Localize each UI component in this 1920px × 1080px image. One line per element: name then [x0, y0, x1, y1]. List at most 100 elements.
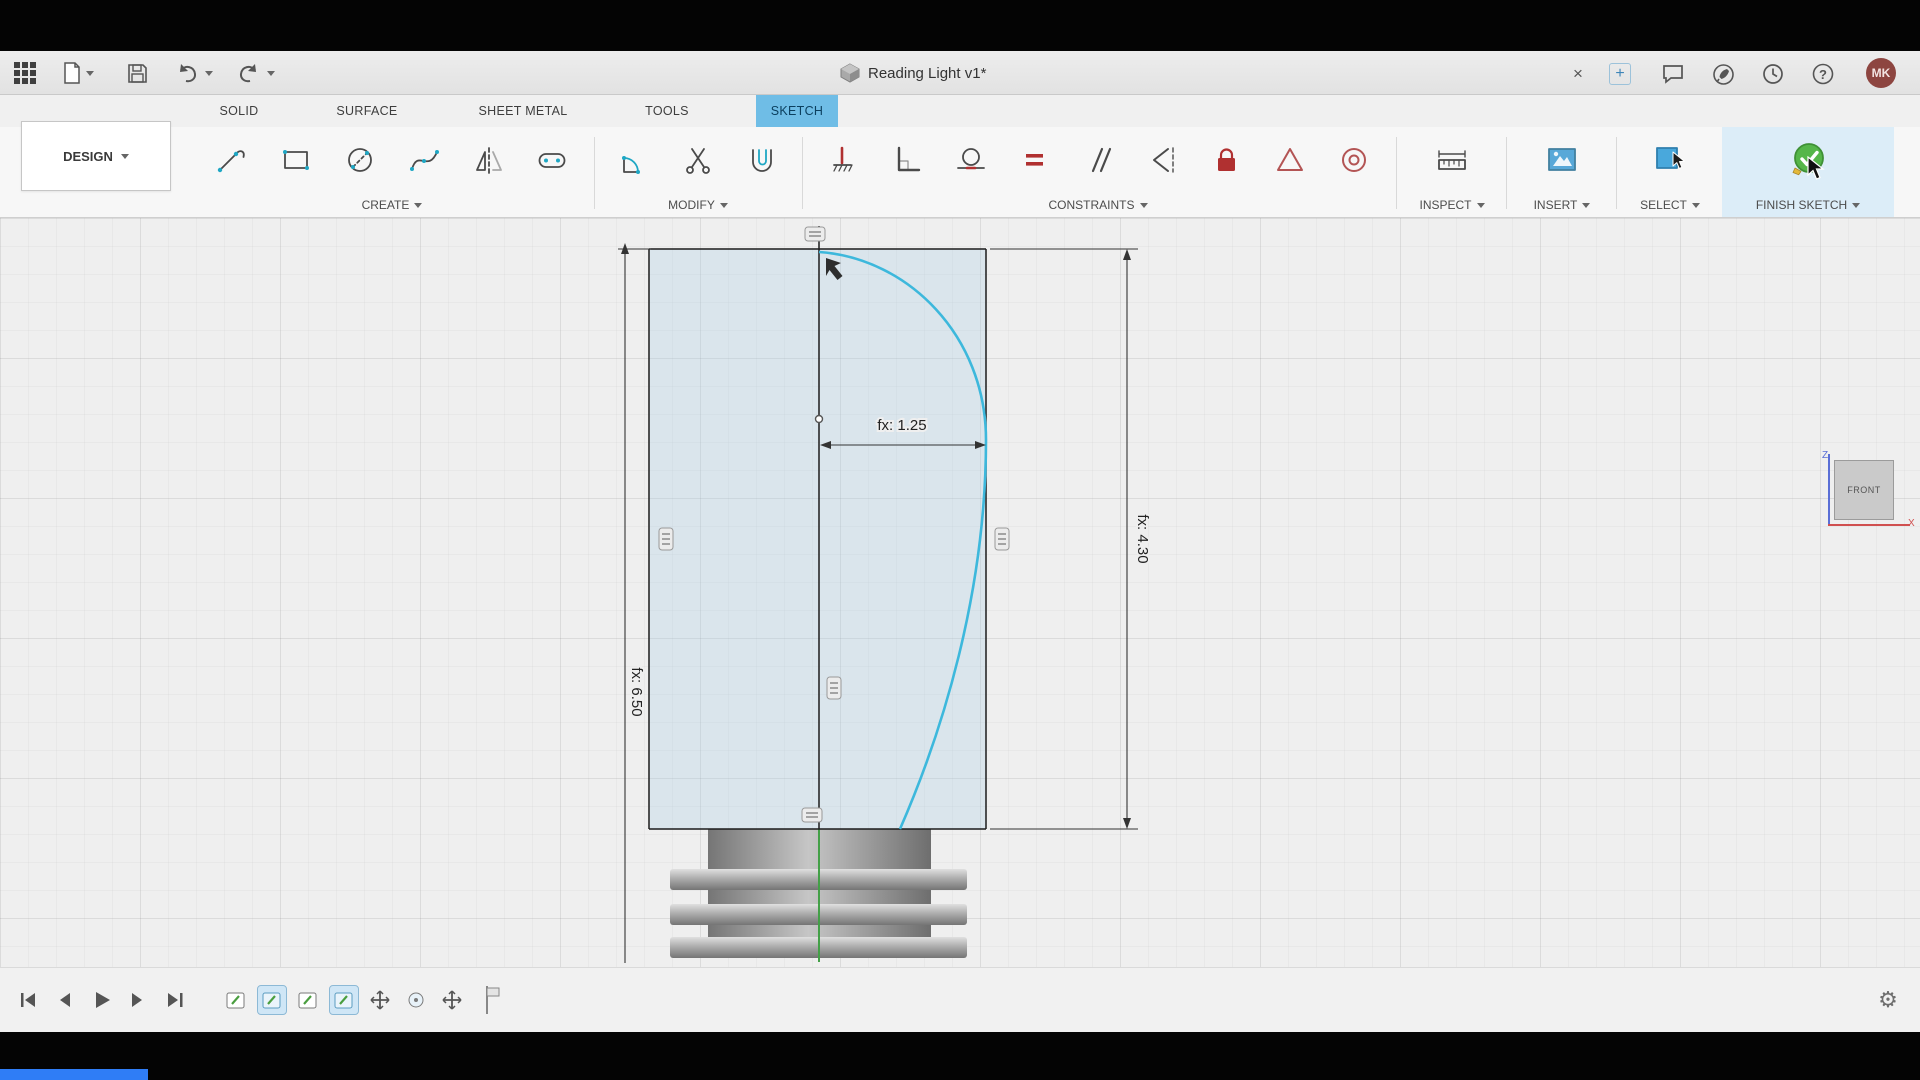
timeline-feature-move-2[interactable]	[438, 986, 466, 1014]
insert-group-label: INSERT	[1534, 198, 1578, 212]
close-icon: ×	[1573, 64, 1583, 84]
chevron-down-icon	[205, 71, 213, 76]
application-menu-button[interactable]	[10, 59, 40, 87]
extensions-button[interactable]	[1710, 61, 1736, 87]
workspace-label: DESIGN	[63, 149, 113, 164]
timeline-feature-sketch-4[interactable]	[330, 986, 358, 1014]
redo-dropdown-button[interactable]	[264, 59, 278, 87]
line-tool-button[interactable]	[210, 135, 254, 185]
close-document-button[interactable]: ×	[1565, 61, 1591, 87]
constraint-equal-button[interactable]	[1012, 135, 1056, 185]
constraint-tangent-button[interactable]	[948, 135, 992, 185]
timeline-go-to-end-button[interactable]	[160, 985, 190, 1015]
circle-tool-button[interactable]	[338, 135, 382, 185]
fusion-document-icon	[840, 63, 860, 83]
constraint-horizontal-vertical-button[interactable]	[820, 135, 864, 185]
sketch-profile-region[interactable]	[649, 249, 986, 829]
constraint-symmetry-button[interactable]	[1140, 135, 1184, 185]
perpendicular-constraint-icon	[889, 143, 923, 177]
move-feature-icon	[368, 988, 392, 1012]
mirror-tool-button[interactable]	[466, 135, 510, 185]
offset-tool-button[interactable]	[740, 135, 784, 185]
rectangle-tool-button[interactable]	[274, 135, 318, 185]
select-tool-button[interactable]	[1648, 135, 1692, 185]
view-cube[interactable]: Z X FRONT	[1822, 454, 1914, 540]
dimension-body-height[interactable]	[990, 249, 1138, 829]
job-status-button[interactable]	[1760, 61, 1786, 87]
letterbox-top	[0, 0, 1920, 51]
insert-dropdown[interactable]: INSERT	[1512, 198, 1612, 212]
sketch-feature-icon	[296, 988, 320, 1012]
toolbar-separator	[802, 137, 803, 209]
new-document-tab-button[interactable]: +	[1609, 63, 1631, 85]
timeline-feature-move-1[interactable]	[366, 986, 394, 1014]
dimension-width-label[interactable]: fx: 1.25	[877, 417, 926, 434]
constraint-midpoint-button[interactable]	[1268, 135, 1312, 185]
app-bar: Reading Light v1* × +	[0, 51, 1920, 95]
sketch-toolbar: CREATE	[0, 127, 1920, 218]
finish-sketch-dropdown[interactable]: FINISH SKETCH	[1722, 198, 1894, 212]
timeline-go-to-start-button[interactable]	[12, 985, 42, 1015]
trim-tool-button[interactable]	[676, 135, 720, 185]
spline-control-point[interactable]	[816, 416, 823, 423]
user-avatar[interactable]: MK	[1866, 58, 1896, 88]
select-cursor-icon	[1652, 142, 1688, 178]
view-cube-front-face[interactable]: FRONT	[1834, 460, 1894, 520]
insert-canvas-button[interactable]	[1540, 135, 1584, 185]
x-axis-label: X	[1908, 518, 1915, 529]
timeline-step-back-button[interactable]	[49, 985, 79, 1015]
add-icon: +	[1615, 65, 1624, 83]
timeline-settings-button[interactable]: ⚙	[1872, 984, 1904, 1016]
save-button[interactable]	[122, 59, 152, 87]
file-icon	[62, 61, 82, 85]
constraints-dropdown[interactable]: CONSTRAINTS	[806, 198, 1390, 212]
timeline-feature-sketch-3[interactable]	[294, 986, 322, 1014]
tab-sheet-metal[interactable]: SHEET METAL	[446, 95, 600, 127]
timeline-step-forward-button[interactable]	[123, 985, 153, 1015]
tab-surface[interactable]: SURFACE	[314, 95, 420, 127]
constraint-perpendicular-button[interactable]	[884, 135, 928, 185]
fillet-tool-button[interactable]	[612, 135, 656, 185]
timeline-feature-sketch-2[interactable]	[258, 986, 286, 1014]
timeline-bar: ⚙	[0, 967, 1920, 1032]
line-icon	[215, 143, 249, 177]
timeline-playhead-marker[interactable]	[480, 986, 508, 1014]
sketch-feature-icon	[332, 988, 356, 1012]
dimension-body-height-label[interactable]: fx: 4.30	[1134, 514, 1151, 563]
question-mark-glyph: ?	[1819, 67, 1827, 82]
redo-button[interactable]	[234, 59, 264, 87]
inspect-dropdown[interactable]: INSPECT	[1402, 198, 1502, 212]
spline-tool-button[interactable]	[402, 135, 446, 185]
constraint-concentric-button[interactable]	[1332, 135, 1376, 185]
dimension-total-height-label[interactable]: fx: 6.50	[628, 667, 645, 716]
undo-button[interactable]	[172, 59, 202, 87]
toolbar-separator	[594, 137, 595, 209]
model-canvas[interactable]: fx: 6.50 fx: 4.30 fx: 1.25	[0, 218, 1920, 967]
create-dropdown[interactable]: CREATE	[196, 198, 588, 212]
document-tab[interactable]: Reading Light v1*	[840, 51, 986, 95]
sketch-feature-icon	[224, 988, 248, 1012]
tab-tools[interactable]: TOOLS	[618, 95, 716, 127]
measure-tool-button[interactable]	[1430, 135, 1474, 185]
tab-sketch[interactable]: SKETCH	[756, 95, 838, 127]
timeline-play-button[interactable]	[86, 985, 116, 1015]
dimension-total-height[interactable]	[618, 243, 651, 963]
tab-solid[interactable]: SOLID	[194, 95, 284, 127]
help-button[interactable]: ?	[1810, 61, 1836, 87]
create-group-label: CREATE	[362, 198, 410, 212]
constraint-fix-button[interactable]	[1204, 135, 1248, 185]
timeline-feature-sketch-1[interactable]	[222, 986, 250, 1014]
select-dropdown[interactable]: SELECT	[1622, 198, 1718, 212]
mouse-cursor	[1806, 156, 1828, 187]
measure-icon	[1434, 142, 1470, 178]
timeline-feature-revolve[interactable]	[402, 986, 430, 1014]
modify-dropdown[interactable]: MODIFY	[598, 198, 798, 212]
constraint-parallel-button[interactable]	[1076, 135, 1120, 185]
workspace-selector[interactable]: DESIGN	[21, 121, 171, 191]
rectangle-icon	[279, 143, 313, 177]
chevron-down-icon	[267, 71, 275, 76]
file-menu-button[interactable]	[58, 59, 98, 87]
slot-tool-button[interactable]	[530, 135, 574, 185]
undo-dropdown-button[interactable]	[202, 59, 216, 87]
comments-button[interactable]	[1660, 61, 1686, 87]
